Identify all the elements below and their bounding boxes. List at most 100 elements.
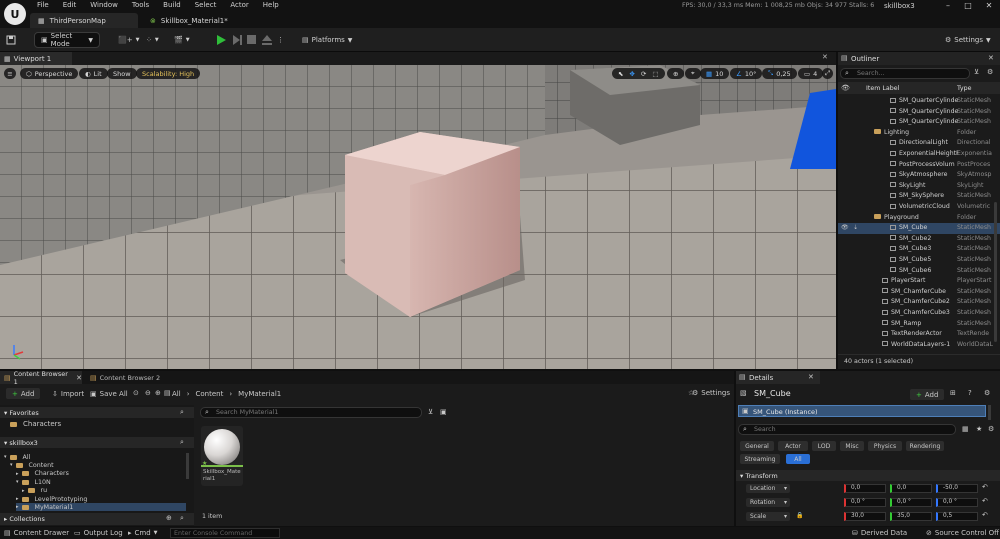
menu-item-help[interactable]: Help bbox=[256, 0, 286, 11]
reset-icon[interactable]: ↶ bbox=[982, 497, 988, 505]
col-item-label[interactable]: Item Label bbox=[866, 85, 899, 92]
play-options-icon[interactable]: ⋮ bbox=[277, 32, 284, 48]
chevron-right-icon[interactable]: ▸ bbox=[16, 471, 19, 477]
forward-icon[interactable]: ⊕ bbox=[155, 389, 161, 397]
filter-all[interactable]: All bbox=[786, 454, 810, 464]
close-icon[interactable]: ✕ bbox=[988, 54, 994, 62]
outliner-row[interactable]: TextRenderActor TextRende bbox=[838, 329, 1000, 340]
outliner-row[interactable]: SM_ChamferCube3 StaticMesh bbox=[838, 308, 1000, 319]
blueprints-icon[interactable]: ⁘ ▼ bbox=[146, 32, 159, 48]
details-search[interactable]: ⌕ Search bbox=[738, 424, 956, 435]
search-icon[interactable]: ⌕ bbox=[180, 408, 184, 417]
tab-thirdpersonmap[interactable]: ▦ ThirdPersonMap bbox=[30, 13, 138, 28]
table-view-icon[interactable]: ▦ bbox=[962, 425, 969, 433]
search-icon[interactable]: ⌕ bbox=[180, 514, 184, 523]
outliner-row[interactable]: SM_Cube5 StaticMesh bbox=[838, 255, 1000, 266]
menu-item-actor[interactable]: Actor bbox=[223, 0, 255, 11]
asset-tile[interactable]: ★ Skillbox_Material1 bbox=[201, 426, 243, 486]
maximize-icon[interactable]: □ bbox=[958, 0, 978, 12]
history-icon[interactable]: ⊙ bbox=[133, 389, 139, 397]
blueprint-icon[interactable]: ⊞ bbox=[950, 389, 956, 397]
favorites-item[interactable]: Characters bbox=[10, 420, 61, 428]
filter-physics[interactable]: Physics bbox=[868, 441, 902, 451]
settings-button[interactable]: ⚙ Settings ▼ bbox=[945, 32, 991, 48]
scalability-button[interactable]: Scalability: High bbox=[136, 68, 201, 79]
component-instance-row[interactable]: ▣ SM_Cube (Instance) bbox=[738, 405, 986, 417]
play-icon[interactable] bbox=[216, 32, 226, 48]
platforms-button[interactable]: ▤ Platforms ▼ bbox=[302, 32, 352, 48]
close-icon[interactable]: ✕ bbox=[979, 0, 999, 12]
filter-actor[interactable]: Actor bbox=[778, 441, 808, 451]
project-header[interactable]: ▾ skillbox3 bbox=[0, 437, 194, 448]
tree-folder[interactable]: ▸ Characters bbox=[16, 470, 69, 478]
outliner-row[interactable]: Playground Folder bbox=[838, 213, 1000, 224]
menu-item-select[interactable]: Select bbox=[188, 0, 224, 11]
prop-scale-x[interactable]: 30,0 bbox=[844, 512, 886, 521]
filter-misc[interactable]: Misc bbox=[840, 441, 864, 451]
help-icon[interactable]: ? bbox=[968, 389, 972, 397]
level-viewport[interactable]: ≡ ⬡ Perspective ◐ Lit Show Scalability: … bbox=[0, 65, 836, 369]
prop-rotation-x[interactable]: 0,0 ° bbox=[844, 498, 886, 507]
filter-streaming[interactable]: Streaming bbox=[740, 454, 780, 464]
prop-location-dropdown[interactable]: Location ▾ bbox=[746, 484, 790, 493]
surface-snap-icon[interactable]: ⌖ bbox=[685, 68, 701, 79]
tree-folder[interactable]: ▾ Content bbox=[10, 461, 54, 469]
outliner-row[interactable]: WorldDataLayers-1 WorldDataL bbox=[838, 340, 1000, 351]
close-icon[interactable]: ✕ bbox=[808, 373, 814, 381]
scale-tool-icon[interactable]: ⬚ bbox=[652, 70, 658, 78]
pin-icon[interactable]: ⇣ bbox=[853, 223, 858, 234]
prop-scale-dropdown[interactable]: Scale ▾ bbox=[746, 512, 790, 521]
menu-item-file[interactable]: File bbox=[30, 0, 56, 11]
grid-snap-button[interactable]: ▦ 10 bbox=[700, 68, 730, 79]
output-log-button[interactable]: ▭ Output Log bbox=[74, 528, 123, 538]
add-collection-icon[interactable]: ⊕ bbox=[166, 514, 172, 522]
camera-speed-button[interactable]: ▭ 4 bbox=[798, 68, 824, 79]
tree-scrollbar[interactable] bbox=[186, 453, 189, 479]
outliner-row[interactable]: VolumetricCloud Volumetric bbox=[838, 202, 1000, 213]
tab-content-browser-2[interactable]: ▤ Content Browser 2 bbox=[86, 371, 160, 384]
eject-icon[interactable] bbox=[262, 32, 272, 48]
prop-scale-z[interactable]: 0,5 bbox=[936, 512, 978, 521]
gear-icon[interactable]: ⚙ bbox=[987, 68, 993, 76]
step-icon[interactable] bbox=[232, 32, 242, 48]
cmd-dropdown[interactable]: ▸ Cmd ▼ bbox=[128, 528, 158, 538]
tree-folder[interactable]: ▾ All bbox=[4, 453, 30, 461]
menu-item-tools[interactable]: Tools bbox=[125, 0, 156, 11]
outliner-row[interactable]: DirectionalLight Directional bbox=[838, 138, 1000, 149]
cb-settings-button[interactable]: ⚙ Settings bbox=[692, 389, 730, 397]
menu-item-build[interactable]: Build bbox=[156, 0, 188, 11]
close-icon[interactable]: ✕ bbox=[76, 374, 82, 382]
prop-location-z[interactable]: -50,0 bbox=[936, 484, 978, 493]
folder-icon[interactable]: ▤ bbox=[164, 389, 171, 397]
tree-folder[interactable]: ▸ LevelPrototyping bbox=[16, 495, 87, 503]
move-tool-icon[interactable]: ✥ bbox=[629, 70, 634, 78]
import-button[interactable]: ⇩ Import bbox=[52, 388, 84, 399]
content-drawer-button[interactable]: ▤ Content Drawer bbox=[4, 528, 69, 538]
details-tab[interactable]: ▤ Details ✕ bbox=[736, 371, 820, 384]
tree-folder[interactable]: ▾ L10N bbox=[16, 478, 51, 486]
show-button[interactable]: Show bbox=[107, 68, 137, 79]
close-icon[interactable]: ✕ bbox=[822, 53, 828, 61]
outliner-row[interactable]: SM_Ramp StaticMesh bbox=[838, 319, 1000, 330]
filter-general[interactable]: General bbox=[740, 441, 774, 451]
cinematics-icon[interactable]: 🎬 ▼ bbox=[174, 32, 190, 48]
derived-data-button[interactable]: ⛁ Derived Data bbox=[852, 528, 907, 538]
filter-icon[interactable]: ⊻ bbox=[974, 68, 979, 76]
select-tool-icon[interactable]: ⬉ bbox=[618, 70, 623, 78]
tab-viewport[interactable]: ▦ Viewport 1 bbox=[0, 52, 72, 65]
outliner-row[interactable]: SM_QuarterCylinde StaticMesh bbox=[838, 107, 1000, 118]
chevron-down-icon[interactable]: ▾ bbox=[4, 454, 7, 460]
world-space-icon[interactable]: ⊕ bbox=[667, 68, 685, 79]
gear-icon[interactable]: ⚙ bbox=[984, 389, 990, 397]
perspective-button[interactable]: ⬡ Perspective bbox=[20, 68, 79, 79]
outliner-row[interactable]: ExponentialHeightF Exponentia bbox=[838, 149, 1000, 160]
outliner-row[interactable]: SM_QuarterCylinde StaticMesh bbox=[838, 96, 1000, 107]
outliner-row[interactable]: SM_ChamferCube2 StaticMesh bbox=[838, 297, 1000, 308]
save-all-button[interactable]: ▣ Save All bbox=[90, 388, 128, 399]
reset-icon[interactable]: ↶ bbox=[982, 483, 988, 491]
add-component-button[interactable]: + Add bbox=[910, 389, 945, 400]
gear-icon[interactable]: ⚙ bbox=[988, 425, 994, 433]
breadcrumb-item[interactable]: Content bbox=[196, 390, 224, 398]
tab-content-browser-1[interactable]: ▤ Content Browser 1 ✕ bbox=[0, 370, 82, 386]
outliner-row[interactable]: SM_SkySphere StaticMesh bbox=[838, 191, 1000, 202]
